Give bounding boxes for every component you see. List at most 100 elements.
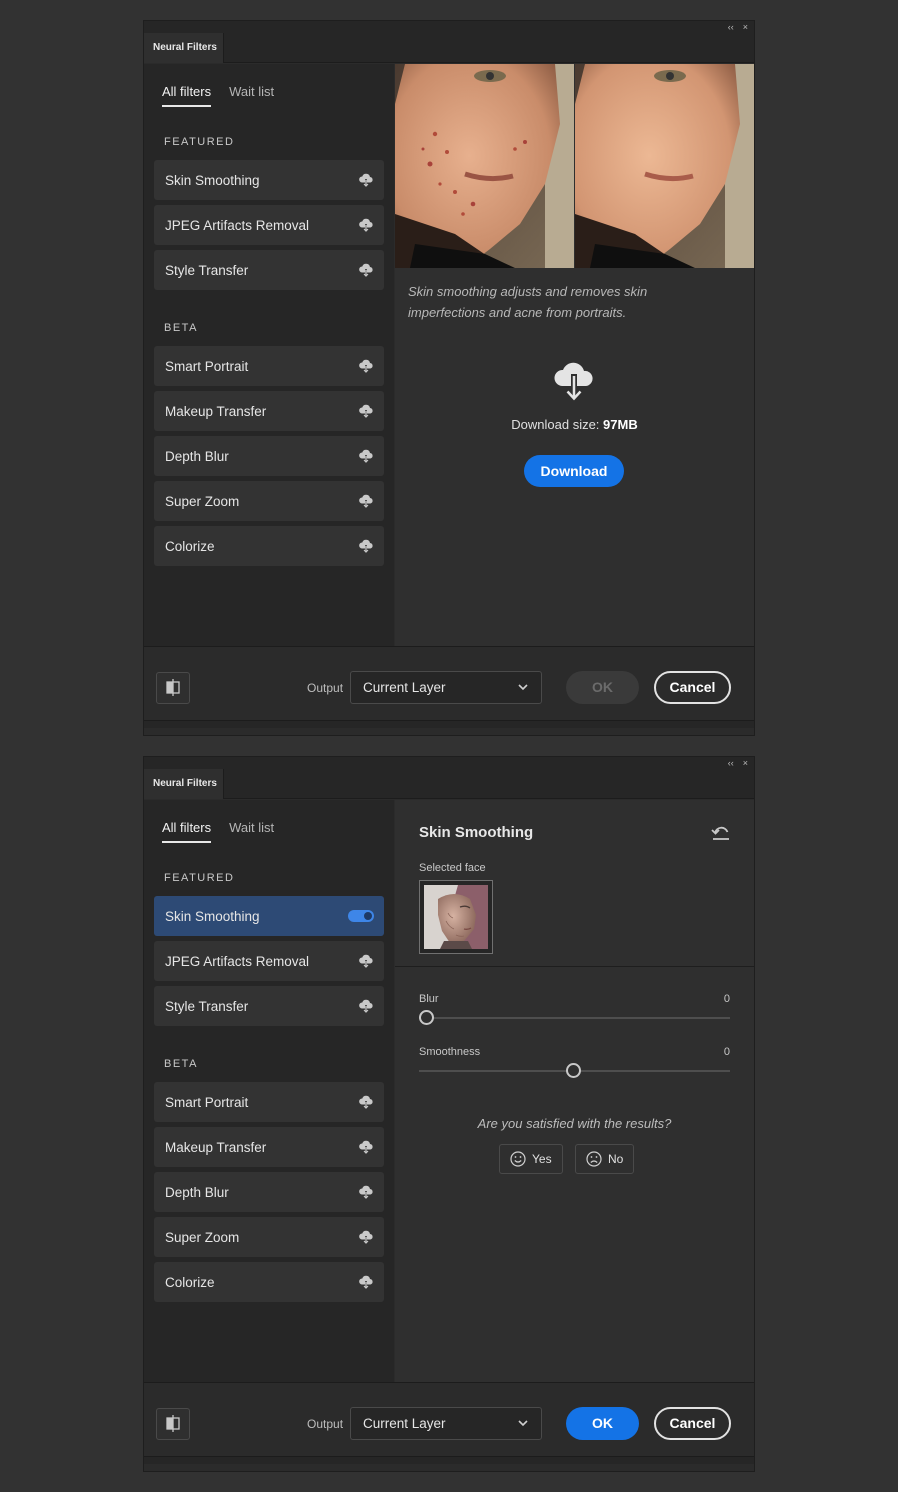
download-button[interactable]: Download [524, 455, 624, 487]
filter-label: Depth Blur [165, 449, 229, 464]
filter-sidebar: All filters Wait list FEATURED Skin Smoo… [144, 64, 394, 646]
filter-title: Skin Smoothing [419, 824, 533, 841]
filter-item-makeup-transfer[interactable]: Makeup Transfer [154, 1127, 384, 1167]
panel-tab-neural-filters[interactable]: Neural Filters [144, 33, 224, 63]
filter-item-colorize[interactable]: Colorize [154, 526, 384, 566]
filter-label: Smart Portrait [165, 1095, 248, 1110]
tab-wait-list[interactable]: Wait list [229, 84, 274, 107]
show-original-button[interactable] [156, 1408, 190, 1440]
cloud-download-icon [358, 1275, 374, 1289]
filter-item-style-transfer[interactable]: Style Transfer [154, 250, 384, 290]
after-portrait-image [575, 64, 754, 268]
panel-tab-neural-filters[interactable]: Neural Filters [144, 769, 224, 799]
beta-section-label: BETA [164, 1058, 198, 1070]
filter-item-depth-blur[interactable]: Depth Blur [154, 436, 384, 476]
smoothness-value: 0 [724, 1046, 730, 1058]
filter-content-download: Skin smoothing adjusts and removes skin … [395, 64, 754, 646]
filter-label: Depth Blur [165, 1185, 229, 1200]
filter-label: Skin Smoothing [165, 909, 260, 924]
smoothness-slider-knob[interactable] [566, 1063, 581, 1078]
cloud-download-icon [358, 404, 374, 418]
feedback-no-button[interactable]: No [575, 1144, 634, 1174]
blur-slider-track[interactable] [419, 1017, 730, 1019]
filter-item-makeup-transfer[interactable]: Makeup Transfer [154, 391, 384, 431]
panel-footer: Output Current Layer OK Cancel [144, 1382, 754, 1464]
filter-item-style-transfer[interactable]: Style Transfer [154, 986, 384, 1026]
output-select-value: Current Layer [363, 1416, 446, 1431]
beta-filter-list: Smart Portrait Makeup Transfer Depth Blu… [154, 346, 384, 571]
cancel-button[interactable]: Cancel [654, 671, 731, 704]
neural-filters-panel-skin-smoothing: ‹‹ × Neural Filters All filters Wait lis… [143, 756, 755, 1472]
featured-filter-list: Skin Smoothing JPEG Artifacts Removal St… [154, 160, 384, 295]
close-icon[interactable]: × [743, 758, 748, 768]
filter-label: JPEG Artifacts Removal [165, 954, 309, 969]
filter-enabled-toggle[interactable] [348, 910, 374, 922]
blur-slider-knob[interactable] [419, 1010, 434, 1025]
tab-all-filters[interactable]: All filters [162, 84, 211, 107]
filter-item-jpeg-artifacts-removal[interactable]: JPEG Artifacts Removal [154, 941, 384, 981]
filter-item-super-zoom[interactable]: Super Zoom [154, 481, 384, 521]
close-icon[interactable]: × [743, 22, 748, 32]
cloud-download-icon [358, 1185, 374, 1199]
filter-item-smart-portrait[interactable]: Smart Portrait [154, 346, 384, 386]
tab-wait-list[interactable]: Wait list [229, 820, 274, 843]
panel-titlebar: ‹‹ × [144, 757, 754, 769]
before-portrait-image [395, 64, 574, 268]
compare-icon [157, 673, 189, 703]
chevron-down-icon [517, 681, 529, 693]
filter-item-skin-smoothing[interactable]: Skin Smoothing [154, 896, 384, 936]
filter-item-jpeg-artifacts-removal[interactable]: JPEG Artifacts Removal [154, 205, 384, 245]
panel-footer: Output Current Layer OK Cancel [144, 646, 754, 728]
feedback-yes-button[interactable]: Yes [499, 1144, 563, 1174]
download-size-label: Download size: [511, 417, 599, 432]
panel-tabbar: Neural Filters [144, 769, 754, 799]
download-size-value: 97MB [603, 417, 638, 432]
section-divider [395, 966, 754, 967]
blur-label: Blur [419, 993, 439, 1005]
ok-button[interactable]: OK [566, 671, 639, 704]
filter-item-smart-portrait[interactable]: Smart Portrait [154, 1082, 384, 1122]
filter-label: Makeup Transfer [165, 1140, 266, 1155]
beta-section-label: BETA [164, 322, 198, 334]
selected-face-thumbnail[interactable] [419, 880, 493, 954]
neural-filters-panel-download: ‹‹ × Neural Filters All filters Wait lis… [143, 20, 755, 736]
panel-tabbar: Neural Filters [144, 33, 754, 63]
filter-item-skin-smoothing[interactable]: Skin Smoothing [154, 160, 384, 200]
filter-item-colorize[interactable]: Colorize [154, 1262, 384, 1302]
filter-label: Super Zoom [165, 1230, 239, 1245]
cloud-download-icon [358, 173, 374, 187]
resize-handle[interactable] [144, 1456, 754, 1464]
show-original-button[interactable] [156, 672, 190, 704]
collapse-icon[interactable]: ‹‹ [728, 22, 734, 32]
ok-button[interactable]: OK [566, 1407, 639, 1440]
filter-label: Style Transfer [165, 263, 248, 278]
cloud-download-icon [358, 494, 374, 508]
resize-handle[interactable] [144, 720, 754, 728]
filter-label: Colorize [165, 1275, 215, 1290]
cancel-button[interactable]: Cancel [654, 1407, 731, 1440]
output-select[interactable]: Current Layer [350, 1407, 542, 1440]
filter-item-super-zoom[interactable]: Super Zoom [154, 1217, 384, 1257]
filter-label: Colorize [165, 539, 215, 554]
filter-description: Skin smoothing adjusts and removes skin … [408, 281, 708, 323]
filter-item-depth-blur[interactable]: Depth Blur [154, 1172, 384, 1212]
output-select[interactable]: Current Layer [350, 671, 542, 704]
beta-filter-list: Smart Portrait Makeup Transfer Depth Blu… [154, 1082, 384, 1307]
collapse-icon[interactable]: ‹‹ [728, 758, 734, 768]
cloud-download-icon [358, 263, 374, 277]
filter-label: JPEG Artifacts Removal [165, 218, 309, 233]
filter-label: Smart Portrait [165, 359, 248, 374]
cloud-download-icon [358, 1095, 374, 1109]
tab-all-filters[interactable]: All filters [162, 820, 211, 843]
frown-icon [586, 1151, 602, 1167]
filter-label: Makeup Transfer [165, 404, 266, 419]
before-after-preview-image [395, 64, 754, 268]
smoothness-label: Smoothness [419, 1046, 480, 1058]
download-size-text: Download size: 97MB [395, 417, 754, 432]
filter-label: Super Zoom [165, 494, 239, 509]
filter-sidebar: All filters Wait list FEATURED Skin Smoo… [144, 800, 394, 1382]
cloud-download-icon [358, 539, 374, 553]
reset-parameters-icon[interactable] [711, 824, 731, 842]
filter-label: Style Transfer [165, 999, 248, 1014]
output-select-value: Current Layer [363, 680, 446, 695]
